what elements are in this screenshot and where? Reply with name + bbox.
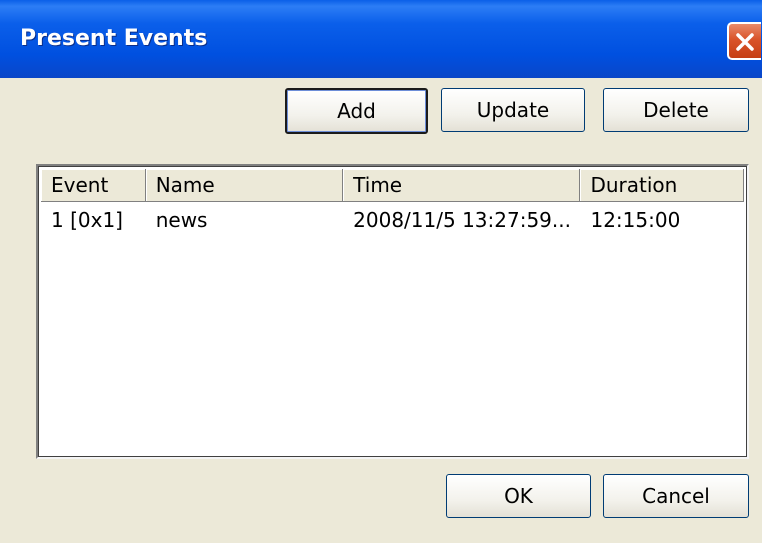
column-header-name[interactable]: Name xyxy=(145,169,344,202)
ok-button[interactable]: OK xyxy=(446,474,591,518)
column-header-time[interactable]: Time xyxy=(343,169,581,202)
cell-event: 1 [0x1] xyxy=(51,208,123,232)
table-row[interactable]: 1 [0x1] news 2008/11/5 13:27:59... 12:15… xyxy=(41,206,744,236)
list-header: Event Name Time Duration xyxy=(41,169,744,202)
title-bar[interactable]: Present Events xyxy=(0,0,762,78)
window-title: Present Events xyxy=(20,26,208,51)
delete-button[interactable]: Delete xyxy=(603,88,749,132)
cell-time: 2008/11/5 13:27:59... xyxy=(353,208,571,232)
close-button[interactable] xyxy=(727,22,761,60)
column-header-event[interactable]: Event xyxy=(41,169,146,202)
add-button[interactable]: Add xyxy=(285,88,428,134)
events-list-body: Event Name Time Duration 1 [0x1] news 20… xyxy=(41,169,744,454)
column-header-duration[interactable]: Duration xyxy=(580,169,744,202)
close-icon xyxy=(736,33,754,51)
update-button[interactable]: Update xyxy=(441,88,585,132)
events-list[interactable]: Event Name Time Duration 1 [0x1] news 20… xyxy=(36,164,749,459)
present-events-dialog: Present Events Add Update Delete Event N… xyxy=(0,0,762,543)
cell-name: news xyxy=(155,208,208,232)
cell-duration: 12:15:00 xyxy=(590,208,681,232)
cancel-button[interactable]: Cancel xyxy=(603,474,749,518)
